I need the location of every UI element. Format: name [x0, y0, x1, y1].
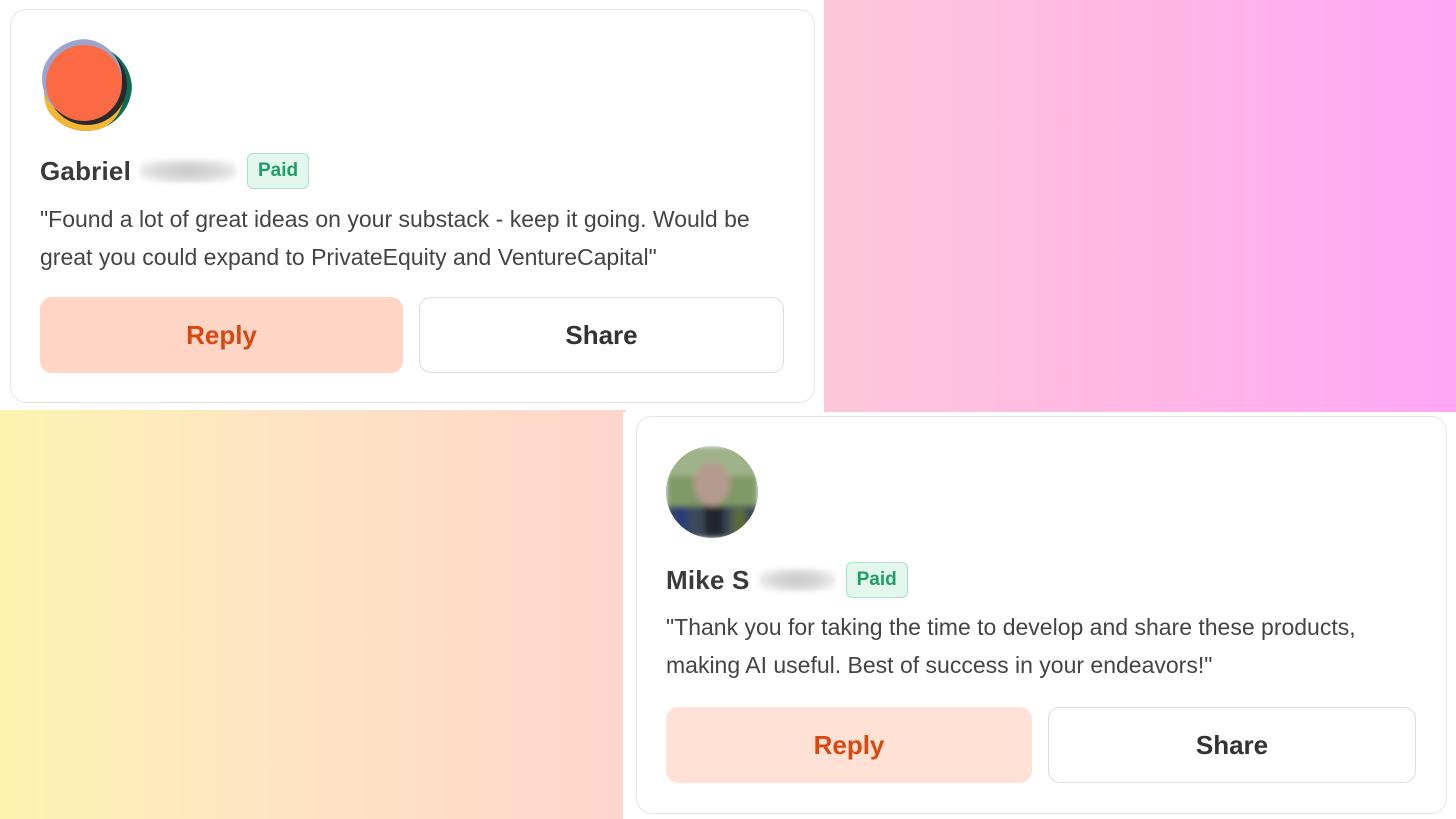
background-gradient-pink [824, 0, 1456, 412]
testimonial-quote: "Found a lot of great ideas on your subs… [40, 206, 750, 270]
reply-button[interactable]: Reply [40, 297, 403, 373]
share-button[interactable]: Share [419, 297, 784, 373]
redacted-surname [139, 159, 237, 183]
testimonial-card: Mike S Paid "Thank you for taking the ti… [636, 416, 1447, 814]
author-row: Gabriel Paid [40, 153, 310, 189]
abstract-orange-circle-avatar-icon [40, 39, 132, 131]
author-row: Mike S Paid [666, 562, 908, 598]
author-name: Mike S [666, 564, 750, 595]
avatar [666, 446, 758, 538]
author-name: Gabriel [40, 155, 131, 186]
reply-button[interactable]: Reply [666, 707, 1032, 783]
redacted-surname [757, 568, 836, 592]
card-actions: Reply Share [666, 707, 1416, 783]
screenshot-canvas: Gabriel Paid "Found a lot of great ideas… [0, 0, 1456, 819]
testimonial-quote: "Thank you for taking the time to develo… [666, 614, 1356, 678]
testimonial-card: Gabriel Paid "Found a lot of great ideas… [10, 9, 815, 403]
paid-badge: Paid [247, 153, 310, 189]
card-actions: Reply Share [40, 297, 784, 373]
background-gradient-yellow [0, 410, 626, 819]
avatar [40, 39, 132, 131]
blurred-photo-avatar-icon [666, 446, 758, 538]
share-button[interactable]: Share [1048, 707, 1416, 783]
paid-badge: Paid [845, 562, 908, 598]
